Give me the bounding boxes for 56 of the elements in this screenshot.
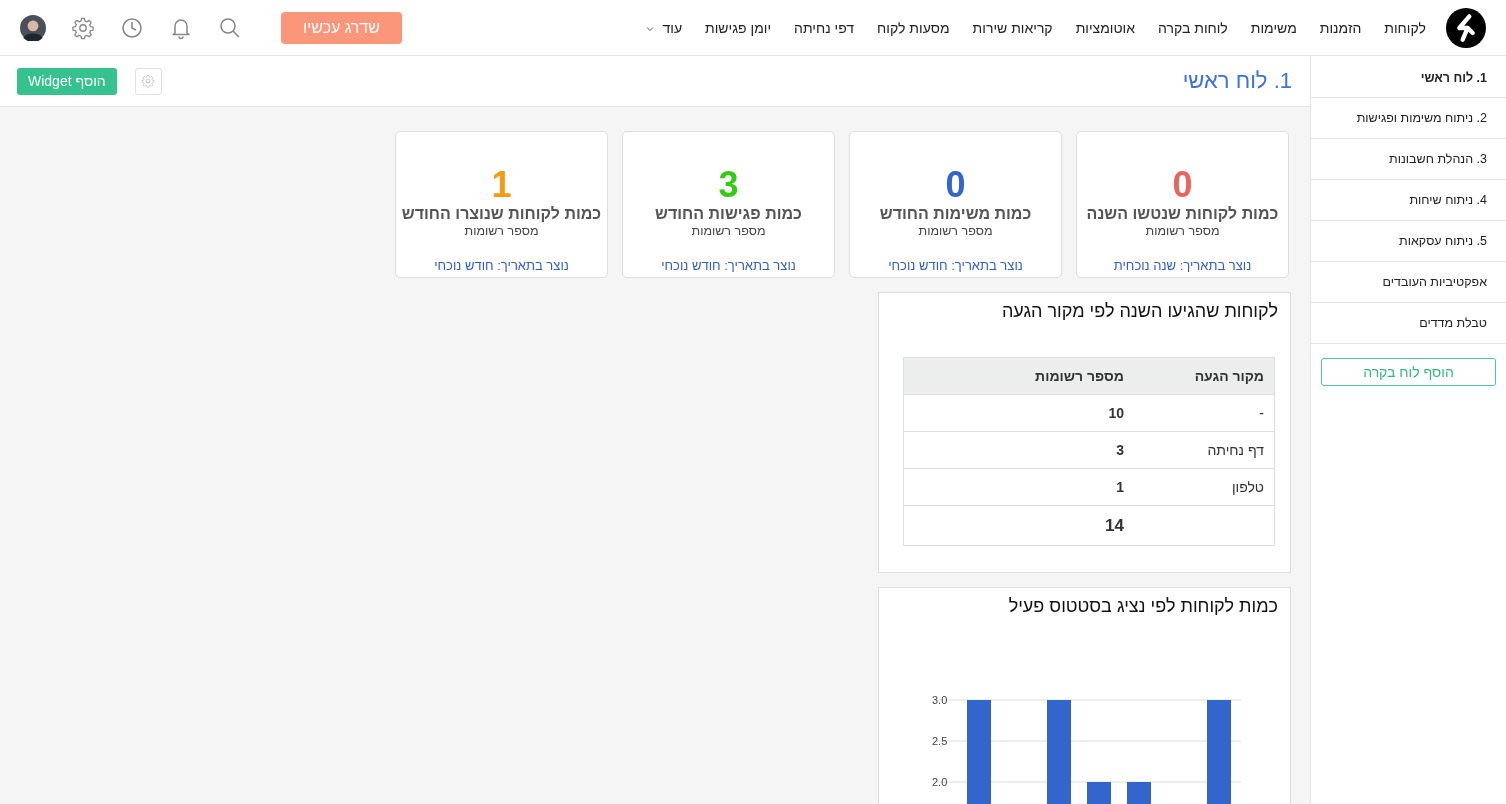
table-cell: 1 [903,468,1134,506]
column-header: מקור הגעה [1134,357,1275,395]
sidebar-item[interactable]: 4. ניתוח שיחות [1311,180,1506,221]
nav-item[interactable]: אוטומציות [1075,19,1136,36]
stat-subtitle: מספר רשומות [691,224,766,238]
sidebar-item[interactable]: 5. ניתוח עסקאות [1311,221,1506,262]
stat-subtitle: מספר רשומות [918,224,993,238]
page-title: 1. לוח ראשי [1182,68,1292,94]
chart-bar [1087,782,1111,804]
nav-item[interactable]: יומן פגישות [705,19,772,36]
table-cell: 10 [903,394,1134,432]
nav-item[interactable]: הזמנות [1319,19,1362,36]
axis-tick-label: 3.0 [932,694,948,706]
total-cell: 14 [903,505,1134,546]
stat-value: 0 [945,166,966,204]
date-filter-link[interactable]: נוצר בתאריך: חודש נוכחי [661,258,796,273]
widget-title: לקוחות שהגיעו השנה לפי מקור הגעה [1000,300,1279,323]
date-filter-link[interactable]: נוצר בתאריך: שנה נוכחית [1113,258,1252,273]
stat-value: 0 [1172,166,1193,204]
axis-tick-label: 2.5 [932,735,948,747]
table-cell: 3 [903,431,1134,469]
settings-icon [141,74,156,88]
stat-value: 1 [491,166,512,204]
sidebar-item[interactable]: טבלת מדדים [1311,303,1506,344]
sidebar-item[interactable]: 2. ניתוח משימות ופגישות [1311,98,1506,139]
axis-tick-label: 2.0 [932,776,948,788]
search-icon[interactable] [218,15,242,40]
table-cell: - [1134,394,1275,432]
nav-item[interactable]: קריאות שירות [972,19,1053,36]
nav-item[interactable]: דפי נחיתה [794,19,855,36]
chart-bar [1127,782,1151,804]
sidebar-item[interactable]: 3. הנהלת חשבונות [1311,139,1506,180]
widget-title: כמות לקוחות לפי נציג בסטטוס פעיל [1007,595,1279,618]
stat-title: כמות לקוחות שנטשו השנה [1086,204,1279,224]
settings-icon[interactable] [71,15,95,40]
avatar[interactable] [20,14,46,41]
nav-item[interactable]: לקוחות [1384,19,1426,36]
stat-title: כמות לקוחות שנוצרו החודש [401,204,602,224]
stat-subtitle: מספר רשומות [1145,224,1220,238]
clock-icon[interactable] [120,15,144,40]
nav-item[interactable]: לוחות בקרה [1158,19,1228,36]
column-header: מספר רשומות [903,357,1134,395]
sidebar-item[interactable]: 1. לוח ראשי [1311,56,1506,98]
date-filter-link[interactable]: נוצר בתאריך: חודש נוכחי [888,258,1023,273]
sidebar-item[interactable]: אפקטיביות העובדים [1311,262,1506,303]
date-filter-link[interactable]: נוצר בתאריך: חודש נוכחי [434,258,569,273]
logo-icon[interactable] [1446,7,1486,48]
stat-title: כמות משימות החודש [879,204,1032,224]
stat-value: 3 [718,166,739,204]
table-cell: דף נחיתה [1134,431,1275,469]
nav-item[interactable]: עוד [644,19,683,36]
table-cell: טלפון [1134,468,1275,506]
stat-title: כמות פגישות החודש [655,204,802,224]
stat-subtitle: מספר רשומות [464,224,539,238]
nav-item[interactable]: משימות [1250,19,1297,36]
nav-item[interactable]: מסעות לקוח [877,19,950,36]
